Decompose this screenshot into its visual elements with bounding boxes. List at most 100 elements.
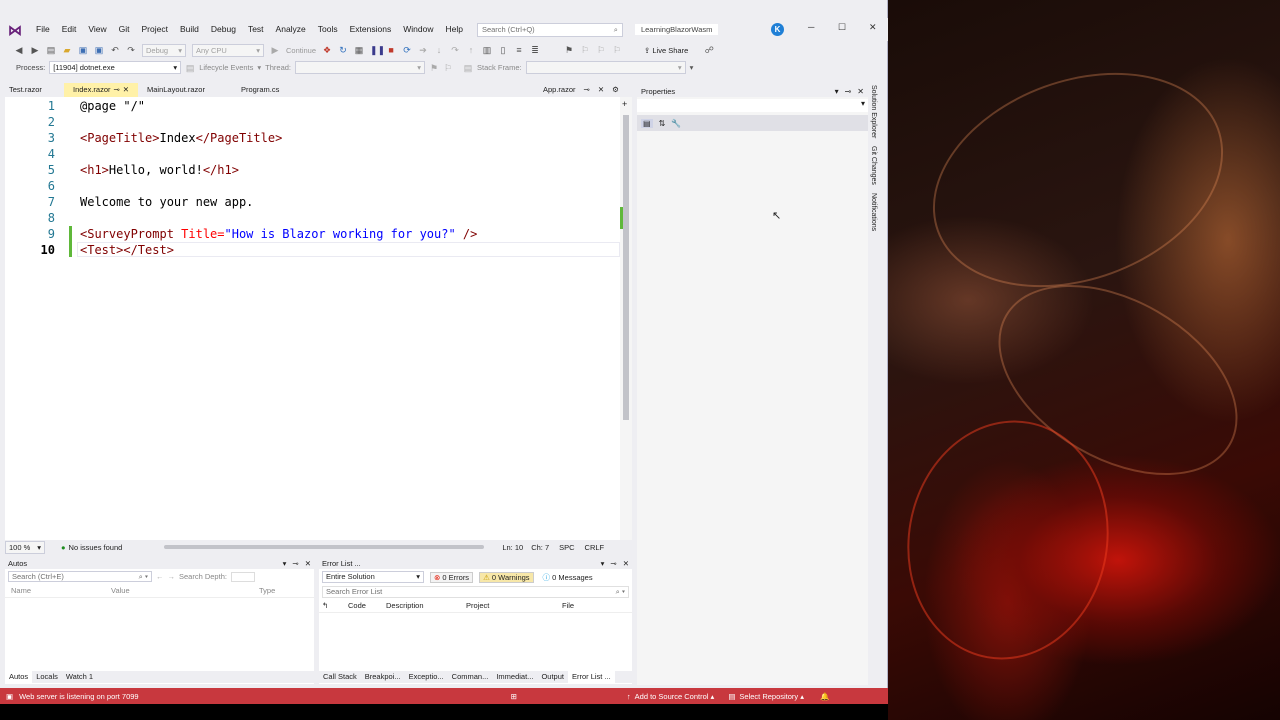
close-icon[interactable]: ✕ <box>869 22 877 33</box>
tab-autos[interactable]: Autos <box>5 671 33 683</box>
chevron-down-icon[interactable]: ▾ <box>601 559 605 568</box>
pin-icon[interactable]: ⊸ <box>113 83 119 97</box>
tab-breakpoints[interactable]: Breakpoi... <box>361 671 405 683</box>
layout-icon[interactable]: ⊞ <box>511 692 517 701</box>
back-icon[interactable]: ◀ <box>14 45 24 55</box>
menu-test[interactable]: Test <box>242 18 270 41</box>
hot-reload-icon[interactable]: ❖ <box>322 45 332 55</box>
horizontal-scrollbar[interactable] <box>164 545 485 549</box>
restart-icon[interactable]: ↻ <box>338 45 348 55</box>
platform-dropdown[interactable]: Any CPU ▾ <box>192 43 264 57</box>
tab-app-razor[interactable]: App.razor ⊸ ✕ ⚙ <box>534 83 628 97</box>
scroll-thumb[interactable] <box>623 115 629 420</box>
bookmark-next-icon[interactable]: ⚐ <box>596 45 606 55</box>
scope-dropdown[interactable]: Entire Solution ▾ <box>322 571 424 583</box>
notification-bell-icon[interactable]: 🔔 <box>820 692 829 701</box>
redo-icon[interactable]: ↷ <box>126 45 136 55</box>
tab-output[interactable]: Output <box>537 671 568 683</box>
tab-watch-1[interactable]: Watch 1 <box>62 671 97 683</box>
new-file-icon[interactable]: ▤ <box>46 45 56 55</box>
search-back-icon[interactable]: ← <box>156 572 164 581</box>
search-forward-icon[interactable]: → <box>168 572 176 581</box>
tab-mainlayout-razor[interactable]: MainLayout.razor <box>138 83 232 97</box>
autos-search-input[interactable]: Search (Ctrl+E) ⌕ ▾ <box>8 571 152 582</box>
uncomment-icon[interactable]: ≣ <box>530 45 540 55</box>
code-editor[interactable]: 1 2 3 4 5 6 7 8 9 10 @page "/" <PageTitl… <box>5 97 620 540</box>
minimize-icon[interactable]: ─ <box>808 22 814 32</box>
process-dropdown[interactable]: [11904] dotnet.exe ▾ <box>49 61 182 74</box>
undo-icon[interactable]: ↶ <box>110 45 120 55</box>
tab-exceptions[interactable]: Exceptio... <box>405 671 448 683</box>
configuration-dropdown[interactable]: Debug ▾ <box>142 43 186 57</box>
pin-icon[interactable]: ⊸ <box>845 87 852 96</box>
menu-view[interactable]: View <box>82 18 112 41</box>
menu-edit[interactable]: Edit <box>56 18 83 41</box>
step-out-icon[interactable]: ↑ <box>466 45 476 55</box>
close-icon[interactable]: ✕ <box>305 559 311 568</box>
tab-command[interactable]: Comman... <box>448 671 493 683</box>
toolbar-overflow-icon[interactable]: ▾ <box>690 63 694 72</box>
error-list-search-input[interactable]: Search Error List ⌕ ▾ <box>322 586 629 598</box>
tab-immediate[interactable]: Immediat... <box>492 671 537 683</box>
menu-window[interactable]: Window <box>397 18 439 41</box>
tab-program-cs[interactable]: Program.cs <box>232 83 302 97</box>
menu-file[interactable]: File <box>30 18 56 41</box>
column-header[interactable]: Type <box>259 586 275 595</box>
tab-notifications[interactable]: Notifications <box>870 193 877 231</box>
play-icon[interactable]: ▶ <box>270 45 280 55</box>
alphabetical-icon[interactable]: ⇅ <box>659 119 666 128</box>
pin-icon[interactable]: ⊸ <box>610 559 616 568</box>
line-ending-indicator[interactable]: CRLF <box>585 543 605 552</box>
stop-icon[interactable]: ■ <box>386 45 396 55</box>
settings-gear-icon[interactable]: ⚙ <box>612 83 619 97</box>
tab-call-stack[interactable]: Call Stack <box>319 671 361 683</box>
tab-error-list[interactable]: Error List ... <box>567 671 615 683</box>
bookmark-clear-icon[interactable]: ⚐ <box>612 45 622 55</box>
property-pages-icon[interactable]: 🔧 <box>671 119 681 128</box>
menu-project[interactable]: Project <box>136 18 174 41</box>
save-all-icon[interactable]: ▣ <box>94 45 104 55</box>
search-depth-dropdown[interactable] <box>230 571 255 582</box>
restart-debug-icon[interactable]: ⟳ <box>402 45 412 55</box>
pin-icon[interactable]: ⊸ <box>292 559 298 568</box>
menu-build[interactable]: Build <box>174 18 205 41</box>
whitespace-indicator[interactable]: SPC <box>559 543 574 552</box>
open-folder-icon[interactable]: ▰ <box>62 45 72 55</box>
column-header[interactable]: Value <box>111 586 259 595</box>
maximize-icon[interactable]: ☐ <box>838 22 846 33</box>
column-header[interactable]: Code <box>348 601 386 610</box>
live-share-button[interactable]: ⇪ Live Share <box>644 46 688 55</box>
output-icon[interactable]: ▣ <box>6 692 13 701</box>
editor-scrollbar[interactable]: + <box>620 97 632 540</box>
menu-extensions[interactable]: Extensions <box>344 18 398 41</box>
show-threads-icon[interactable]: ⚐ <box>443 63 453 73</box>
browser-link-icon[interactable]: ▦ <box>354 45 364 55</box>
object-selector-dropdown[interactable]: ▾ <box>637 99 868 112</box>
chevron-down-icon[interactable]: ▾ <box>283 559 287 568</box>
tab-solution-explorer[interactable]: Solution Explorer <box>870 85 877 138</box>
add-to-source-control-button[interactable]: Add to Source Control ▴ <box>635 692 715 701</box>
stack-frame-dropdown[interactable]: ▾ <box>525 61 686 74</box>
pin-icon[interactable]: ⊸ <box>584 83 590 97</box>
column-header[interactable]: File <box>562 601 574 610</box>
flag-thread-icon[interactable]: ⚑ <box>429 63 439 73</box>
tab-locals[interactable]: Locals <box>32 671 62 683</box>
bookmark-icon[interactable]: ▯ <box>498 45 508 55</box>
menu-tools[interactable]: Tools <box>312 18 344 41</box>
thread-dropdown[interactable]: ▾ <box>295 61 426 74</box>
save-icon[interactable]: ▣ <box>78 45 88 55</box>
continue-button[interactable]: Continue <box>286 46 316 55</box>
step-over-icon[interactable]: ↷ <box>450 45 460 55</box>
menu-git[interactable]: Git <box>113 18 136 41</box>
bookmark-prev-icon[interactable]: ⚐ <box>580 45 590 55</box>
issues-status[interactable]: No issues found <box>69 543 123 552</box>
tab-git-changes[interactable]: Git Changes <box>870 146 877 185</box>
errors-filter-button[interactable]: ⊗ 0 Errors <box>430 571 474 583</box>
messages-filter-button[interactable]: ⓘ 0 Messages <box>540 572 596 583</box>
show-next-statement-icon[interactable]: ➔ <box>418 45 428 55</box>
diagnostic-tools-icon[interactable]: ▥ <box>482 45 492 55</box>
close-tab-icon[interactable]: ✕ <box>598 83 604 97</box>
account-avatar[interactable]: K <box>771 23 784 36</box>
column-header[interactable]: Project <box>466 601 562 610</box>
comment-icon[interactable]: ≡ <box>514 45 524 55</box>
